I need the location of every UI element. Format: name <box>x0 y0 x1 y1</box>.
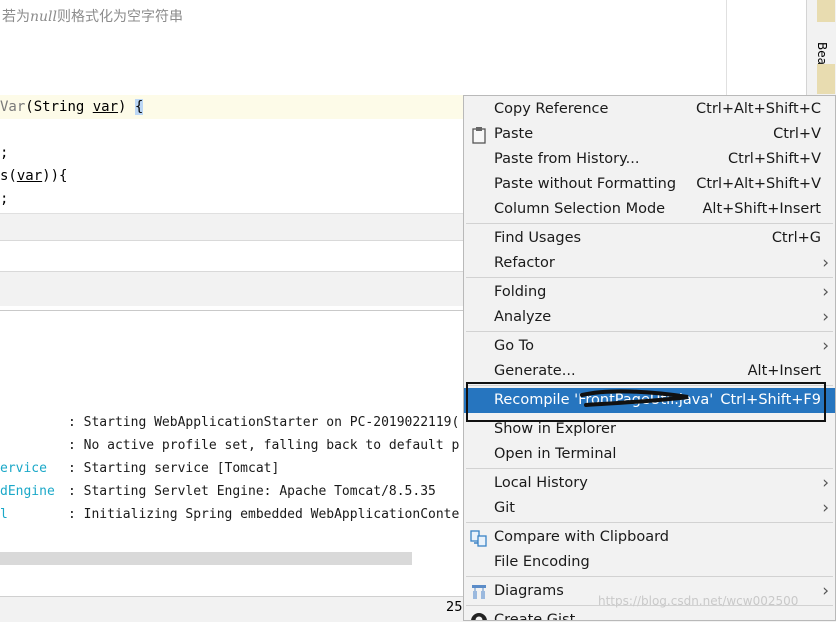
menu-separator <box>466 468 833 469</box>
tool-panel-header[interactable] <box>0 271 470 306</box>
log-line: : No active profile set, falling back to… <box>68 438 460 453</box>
diagram-icon <box>472 585 486 599</box>
redaction-scribble <box>580 389 689 407</box>
log-line: : Starting Servlet Engine: Apache Tomcat… <box>68 484 436 499</box>
chevron-right-icon: › <box>822 473 829 493</box>
code-line: ; <box>0 145 9 161</box>
code-line: ; <box>0 191 9 207</box>
log-source: ervice <box>0 461 47 476</box>
right-tool-strip[interactable]: Bean <box>806 0 836 96</box>
chevron-right-icon: › <box>822 307 829 327</box>
editor-context-menu: Copy Reference Ctrl+Alt+Shift+C Paste Ctrl… <box>463 95 836 621</box>
menu-item-go-to[interactable]: Go To › <box>464 334 835 359</box>
compare-icon <box>470 530 487 547</box>
menu-item-file-encoding[interactable]: File Encoding <box>464 550 835 575</box>
menu-item-paste-from-history[interactable]: Paste from History... Ctrl+Shift+V <box>464 147 835 172</box>
menu-item-column-selection-mode[interactable]: Column Selection Mode Alt+Shift+Insert <box>464 197 835 222</box>
menu-item-local-history[interactable]: Local History › <box>464 471 835 496</box>
console-horizontal-scrollbar[interactable] <box>0 552 412 565</box>
menu-item-paste-without-formatting[interactable]: Paste without Formatting Ctrl+Alt+Shift+V <box>464 172 835 197</box>
status-line-number[interactable]: 25 <box>446 600 463 615</box>
menu-separator <box>466 277 833 278</box>
code-line: s(var)){ <box>0 168 68 184</box>
chevron-right-icon: › <box>822 253 829 273</box>
menu-item-generate[interactable]: Generate... Alt+Insert <box>464 359 835 384</box>
log-line: : Starting WebApplicationStarter on PC-2… <box>68 415 460 430</box>
chevron-right-icon: › <box>822 336 829 356</box>
menu-item-analyze[interactable]: Analyze › <box>464 305 835 330</box>
watermark: https://blog.csdn.net/wcw002500 <box>598 594 799 608</box>
log-source: l <box>0 507 8 522</box>
chevron-right-icon: › <box>822 498 829 518</box>
menu-separator <box>466 522 833 523</box>
menu-item-compare-with-clipboard[interactable]: Compare with Clipboard <box>464 525 835 550</box>
menu-item-create-gist[interactable]: Create Gist... <box>464 608 835 620</box>
menu-item-git[interactable]: Git › <box>464 496 835 521</box>
clipboard-icon <box>472 127 486 144</box>
method-signature: Var(String var) { <box>0 99 144 115</box>
menu-item-refactor[interactable]: Refactor › <box>464 251 835 276</box>
menu-item-paste[interactable]: Paste Ctrl+V <box>464 122 835 147</box>
tool-panel-header[interactable] <box>0 213 470 240</box>
tool-marker[interactable] <box>817 0 835 22</box>
tool-panel-row <box>0 240 470 271</box>
menu-separator <box>466 576 833 577</box>
log-line: : Starting service [Tomcat] <box>68 461 280 476</box>
menu-item-open-in-terminal[interactable]: Open in Terminal <box>464 442 835 467</box>
tool-marker[interactable] <box>817 64 835 94</box>
log-line: : Initializing Spring embedded WebApplic… <box>68 507 460 522</box>
log-source: dEngine <box>0 484 55 499</box>
chevron-right-icon: › <box>822 282 829 302</box>
editor-right-margin <box>726 0 807 96</box>
menu-item-folding[interactable]: Folding › <box>464 280 835 305</box>
github-icon <box>471 613 487 620</box>
menu-separator <box>466 331 833 332</box>
code-comment: 若为null则格式化为空字符串 <box>2 9 183 25</box>
menu-separator <box>466 223 833 224</box>
chevron-right-icon: › <box>822 581 829 601</box>
menu-item-copy-reference[interactable]: Copy Reference Ctrl+Alt+Shift+C <box>464 97 835 122</box>
menu-item-find-usages[interactable]: Find Usages Ctrl+G <box>464 226 835 251</box>
